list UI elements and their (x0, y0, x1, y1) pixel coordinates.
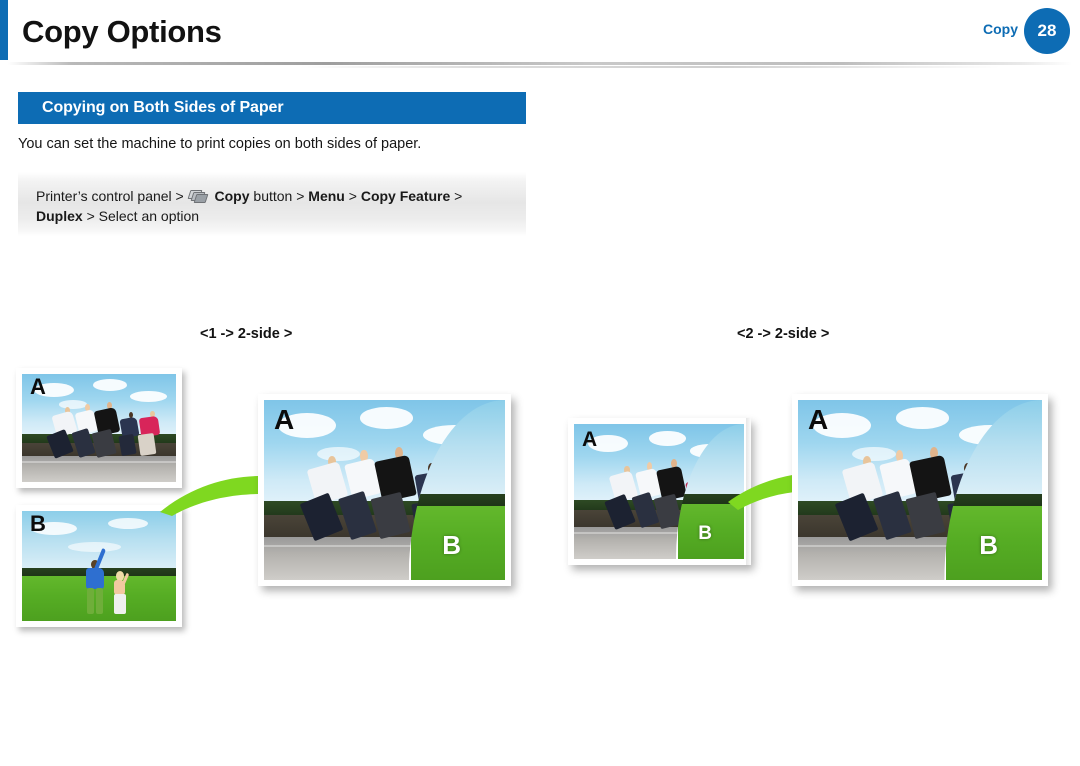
menu-path-box: Printer’s control panel > Copy button > … (18, 172, 526, 236)
copy-button-icon (187, 189, 209, 204)
original-a-label: A (30, 374, 46, 399)
original-photo-b: B (16, 505, 182, 627)
section-heading-bar: Copying on Both Sides of Paper (18, 92, 526, 124)
path-segment-7: > (450, 188, 463, 204)
page-title: Copy Options (22, 14, 222, 49)
path-segment-1: Printer’s control panel > (36, 188, 184, 204)
menu-path-text: Printer’s control panel > Copy button > … (36, 186, 508, 226)
header-divider (8, 62, 1072, 65)
duplex-source-right: A B (568, 418, 751, 565)
duplex-result-back-label: B (979, 530, 998, 560)
mode-label-2-to-2-side: <2 -> 2-side > (737, 326, 830, 342)
duplex-result-right: A B (792, 394, 1048, 586)
chapter-label: Copy (983, 21, 1018, 37)
page-number-badge: 28 (1024, 8, 1070, 54)
duplex-result-front-label: A (808, 404, 829, 435)
illustration-area: <1 -> 2-side > <2 -> 2-side > A B A B A … (0, 300, 1080, 700)
original-b-label: B (30, 511, 46, 536)
section-heading-text: Copying on Both Sides of Paper (42, 99, 284, 116)
duplex-result-left: A B (258, 394, 511, 586)
path-segment-3: button > (249, 188, 309, 204)
section-intro-text: You can set the machine to print copies … (18, 136, 422, 152)
header-divider-secondary (300, 66, 1000, 68)
duplex-source-front-label: A (582, 428, 598, 451)
page-header: Copy Options Copy 28 (0, 0, 1080, 68)
duplex-back-label: B (442, 530, 461, 560)
path-segment-menu: Menu (308, 188, 345, 204)
path-segment-copy-feature: Copy Feature (360, 188, 451, 204)
path-segment-5: > (344, 188, 361, 204)
mode-label-1-to-2-side: <1 -> 2-side > (200, 326, 293, 342)
duplex-source-back-label: B (698, 523, 712, 544)
path-segment-duplex: Duplex (36, 208, 83, 224)
path-segment-9: > Select an option (82, 208, 200, 224)
manual-page: Copy Options Copy 28 Copying on Both Sid… (0, 0, 1080, 766)
duplex-front-label: A (274, 404, 295, 435)
header-accent-bar (0, 0, 8, 60)
path-segment-copy: Copy (214, 188, 250, 204)
